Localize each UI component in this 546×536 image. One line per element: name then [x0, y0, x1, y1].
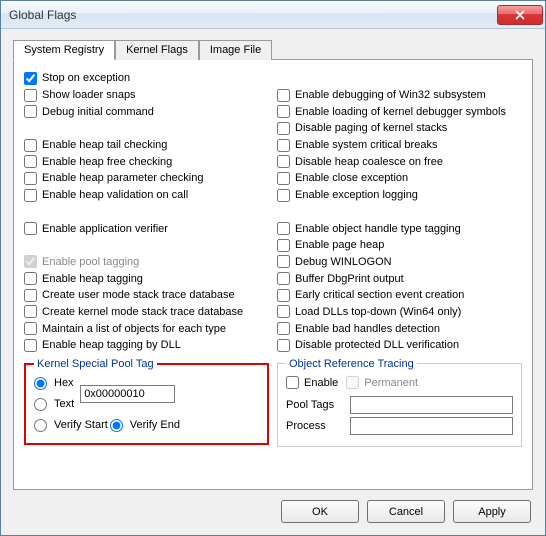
chk-label: Disable heap coalesce on free [295, 156, 443, 168]
tab-panel: Stop on exception Show loader snaps Debu… [13, 59, 533, 490]
dialog-buttons: OK Cancel Apply [13, 490, 533, 525]
ort-legend: Object Reference Tracing [286, 358, 417, 370]
close-icon [515, 10, 525, 20]
chk-disable-protected-dll-verif[interactable]: Disable protected DLL verification [277, 337, 522, 354]
chk-maintain-object-list[interactable]: Maintain a list of objects for each type [24, 320, 269, 337]
left-column: Stop on exception Show loader snaps Debu… [24, 70, 269, 479]
chk-heap-tagging-by-dll[interactable]: Enable heap tagging by DLL [24, 337, 269, 354]
chk-buffer-dbgprint[interactable]: Buffer DbgPrint output [277, 270, 522, 287]
tab-system-registry[interactable]: System Registry [13, 40, 115, 60]
chk-debug-win32-subsystem[interactable]: Enable debugging of Win32 subsystem [277, 87, 522, 104]
chk-enable-page-heap[interactable]: Enable page heap [277, 237, 522, 254]
tab-image-file[interactable]: Image File [199, 40, 272, 60]
chk-label: Enable heap tagging by DLL [42, 339, 181, 351]
client-area: System Registry Kernel Flags Image File … [1, 29, 545, 535]
chk-label: Enable heap parameter checking [42, 172, 203, 184]
chk-label: Enable bad handles detection [295, 323, 440, 335]
chk-label: Disable paging of kernel stacks [295, 122, 447, 134]
chk-system-critical-breaks[interactable]: Enable system critical breaks [277, 137, 522, 154]
chk-enable-close-exception[interactable]: Enable close exception [277, 170, 522, 187]
chk-label: Enable loading of kernel debugger symbol… [295, 106, 506, 118]
chk-heap-validation-on-call[interactable]: Enable heap validation on call [24, 187, 269, 204]
chk-label: Enable close exception [295, 172, 408, 184]
pool-tag-input[interactable] [80, 385, 175, 403]
chk-label: Enable debugging of Win32 subsystem [295, 89, 486, 101]
chk-label: Permanent [364, 377, 418, 389]
chk-label: Maintain a list of objects for each type [42, 323, 226, 335]
radio-label: Verify End [130, 419, 180, 431]
object-reference-tracing-group: Object Reference Tracing Enable Permanen… [277, 358, 522, 447]
chk-label: Stop on exception [42, 72, 130, 84]
chk-disable-heap-coalesce[interactable]: Disable heap coalesce on free [277, 153, 522, 170]
radio-label: Hex [54, 377, 74, 389]
radio-label: Text [54, 398, 74, 410]
titlebar: Global Flags [1, 1, 545, 29]
pool-legend: Kernel Special Pool Tag [34, 358, 157, 370]
chk-label: Debug WINLOGON [295, 256, 392, 268]
apply-button[interactable]: Apply [453, 500, 531, 523]
chk-enable-exception-logging[interactable]: Enable exception logging [277, 187, 522, 204]
window: Global Flags System Registry Kernel Flag… [0, 0, 546, 536]
chk-show-loader-snaps[interactable]: Show loader snaps [24, 87, 269, 104]
chk-debug-initial-command[interactable]: Debug initial command [24, 103, 269, 120]
chk-early-critsec-event[interactable]: Early critical section event creation [277, 287, 522, 304]
chk-label: Enable system critical breaks [295, 139, 437, 151]
chk-label: Enable object handle type tagging [295, 223, 461, 235]
chk-label: Enable heap tail checking [42, 139, 167, 151]
chk-label: Debug initial command [42, 106, 154, 118]
chk-label: Enable exception logging [295, 189, 418, 201]
chk-heap-tagging[interactable]: Enable heap tagging [24, 270, 269, 287]
chk-heap-tail-checking[interactable]: Enable heap tail checking [24, 137, 269, 154]
chk-label: Load DLLs top-down (Win64 only) [295, 306, 461, 318]
ort-process-input[interactable] [350, 417, 513, 435]
columns: Stop on exception Show loader snaps Debu… [24, 70, 522, 479]
chk-label: Enable heap free checking [42, 156, 172, 168]
close-button[interactable] [497, 5, 543, 25]
chk-object-handle-type-tagging[interactable]: Enable object handle type tagging [277, 220, 522, 237]
chk-label: Early critical section event creation [295, 289, 464, 301]
chk-heap-free-checking[interactable]: Enable heap free checking [24, 153, 269, 170]
chk-user-stack-trace-db[interactable]: Create user mode stack trace database [24, 287, 269, 304]
radio-verify-start[interactable]: Verify Start [34, 416, 108, 435]
chk-pool-tagging: Enable pool tagging [24, 254, 269, 271]
chk-label: Enable heap validation on call [42, 189, 188, 201]
chk-label: Create kernel mode stack trace database [42, 306, 243, 318]
chk-label: Enable [304, 377, 338, 389]
ok-button[interactable]: OK [281, 500, 359, 523]
chk-heap-parameter-checking[interactable]: Enable heap parameter checking [24, 170, 269, 187]
chk-label: Enable pool tagging [42, 256, 139, 268]
ort-pooltags-label: Pool Tags [286, 399, 344, 411]
chk-disable-paging-kernel-stacks[interactable]: Disable paging of kernel stacks [277, 120, 522, 137]
chk-ort-permanent: Permanent [346, 376, 418, 389]
cancel-button[interactable]: Cancel [367, 500, 445, 523]
radio-verify-end[interactable]: Verify End [110, 416, 180, 435]
chk-debug-winlogon[interactable]: Debug WINLOGON [277, 254, 522, 271]
chk-bad-handles-detection[interactable]: Enable bad handles detection [277, 320, 522, 337]
chk-load-dlls-top-down[interactable]: Load DLLs top-down (Win64 only) [277, 304, 522, 321]
tab-strip: System Registry Kernel Flags Image File [13, 39, 533, 59]
chk-label: Show loader snaps [42, 89, 136, 101]
chk-label: Buffer DbgPrint output [295, 273, 404, 285]
tab-kernel-flags[interactable]: Kernel Flags [115, 40, 199, 60]
radio-text[interactable]: Text [34, 395, 74, 414]
chk-label: Enable application verifier [42, 223, 168, 235]
chk-ort-enable[interactable]: Enable [286, 376, 338, 389]
chk-stop-on-exception[interactable]: Stop on exception [24, 70, 269, 87]
ort-pooltags-input[interactable] [350, 396, 513, 414]
radio-label: Verify Start [54, 419, 108, 431]
chk-label: Enable page heap [295, 239, 384, 251]
right-column: Enable debugging of Win32 subsystem Enab… [277, 70, 522, 479]
chk-application-verifier[interactable]: Enable application verifier [24, 220, 269, 237]
kernel-special-pool-tag-group: Kernel Special Pool Tag Hex Text Verify … [24, 358, 269, 445]
chk-load-kernel-dbg-symbols[interactable]: Enable loading of kernel debugger symbol… [277, 103, 522, 120]
chk-label: Enable heap tagging [42, 273, 143, 285]
chk-label: Create user mode stack trace database [42, 289, 235, 301]
window-title: Global Flags [9, 8, 497, 22]
radio-hex[interactable]: Hex [34, 374, 74, 393]
chk-label: Disable protected DLL verification [295, 339, 459, 351]
ort-process-label: Process [286, 420, 344, 432]
chk-kernel-stack-trace-db[interactable]: Create kernel mode stack trace database [24, 304, 269, 321]
